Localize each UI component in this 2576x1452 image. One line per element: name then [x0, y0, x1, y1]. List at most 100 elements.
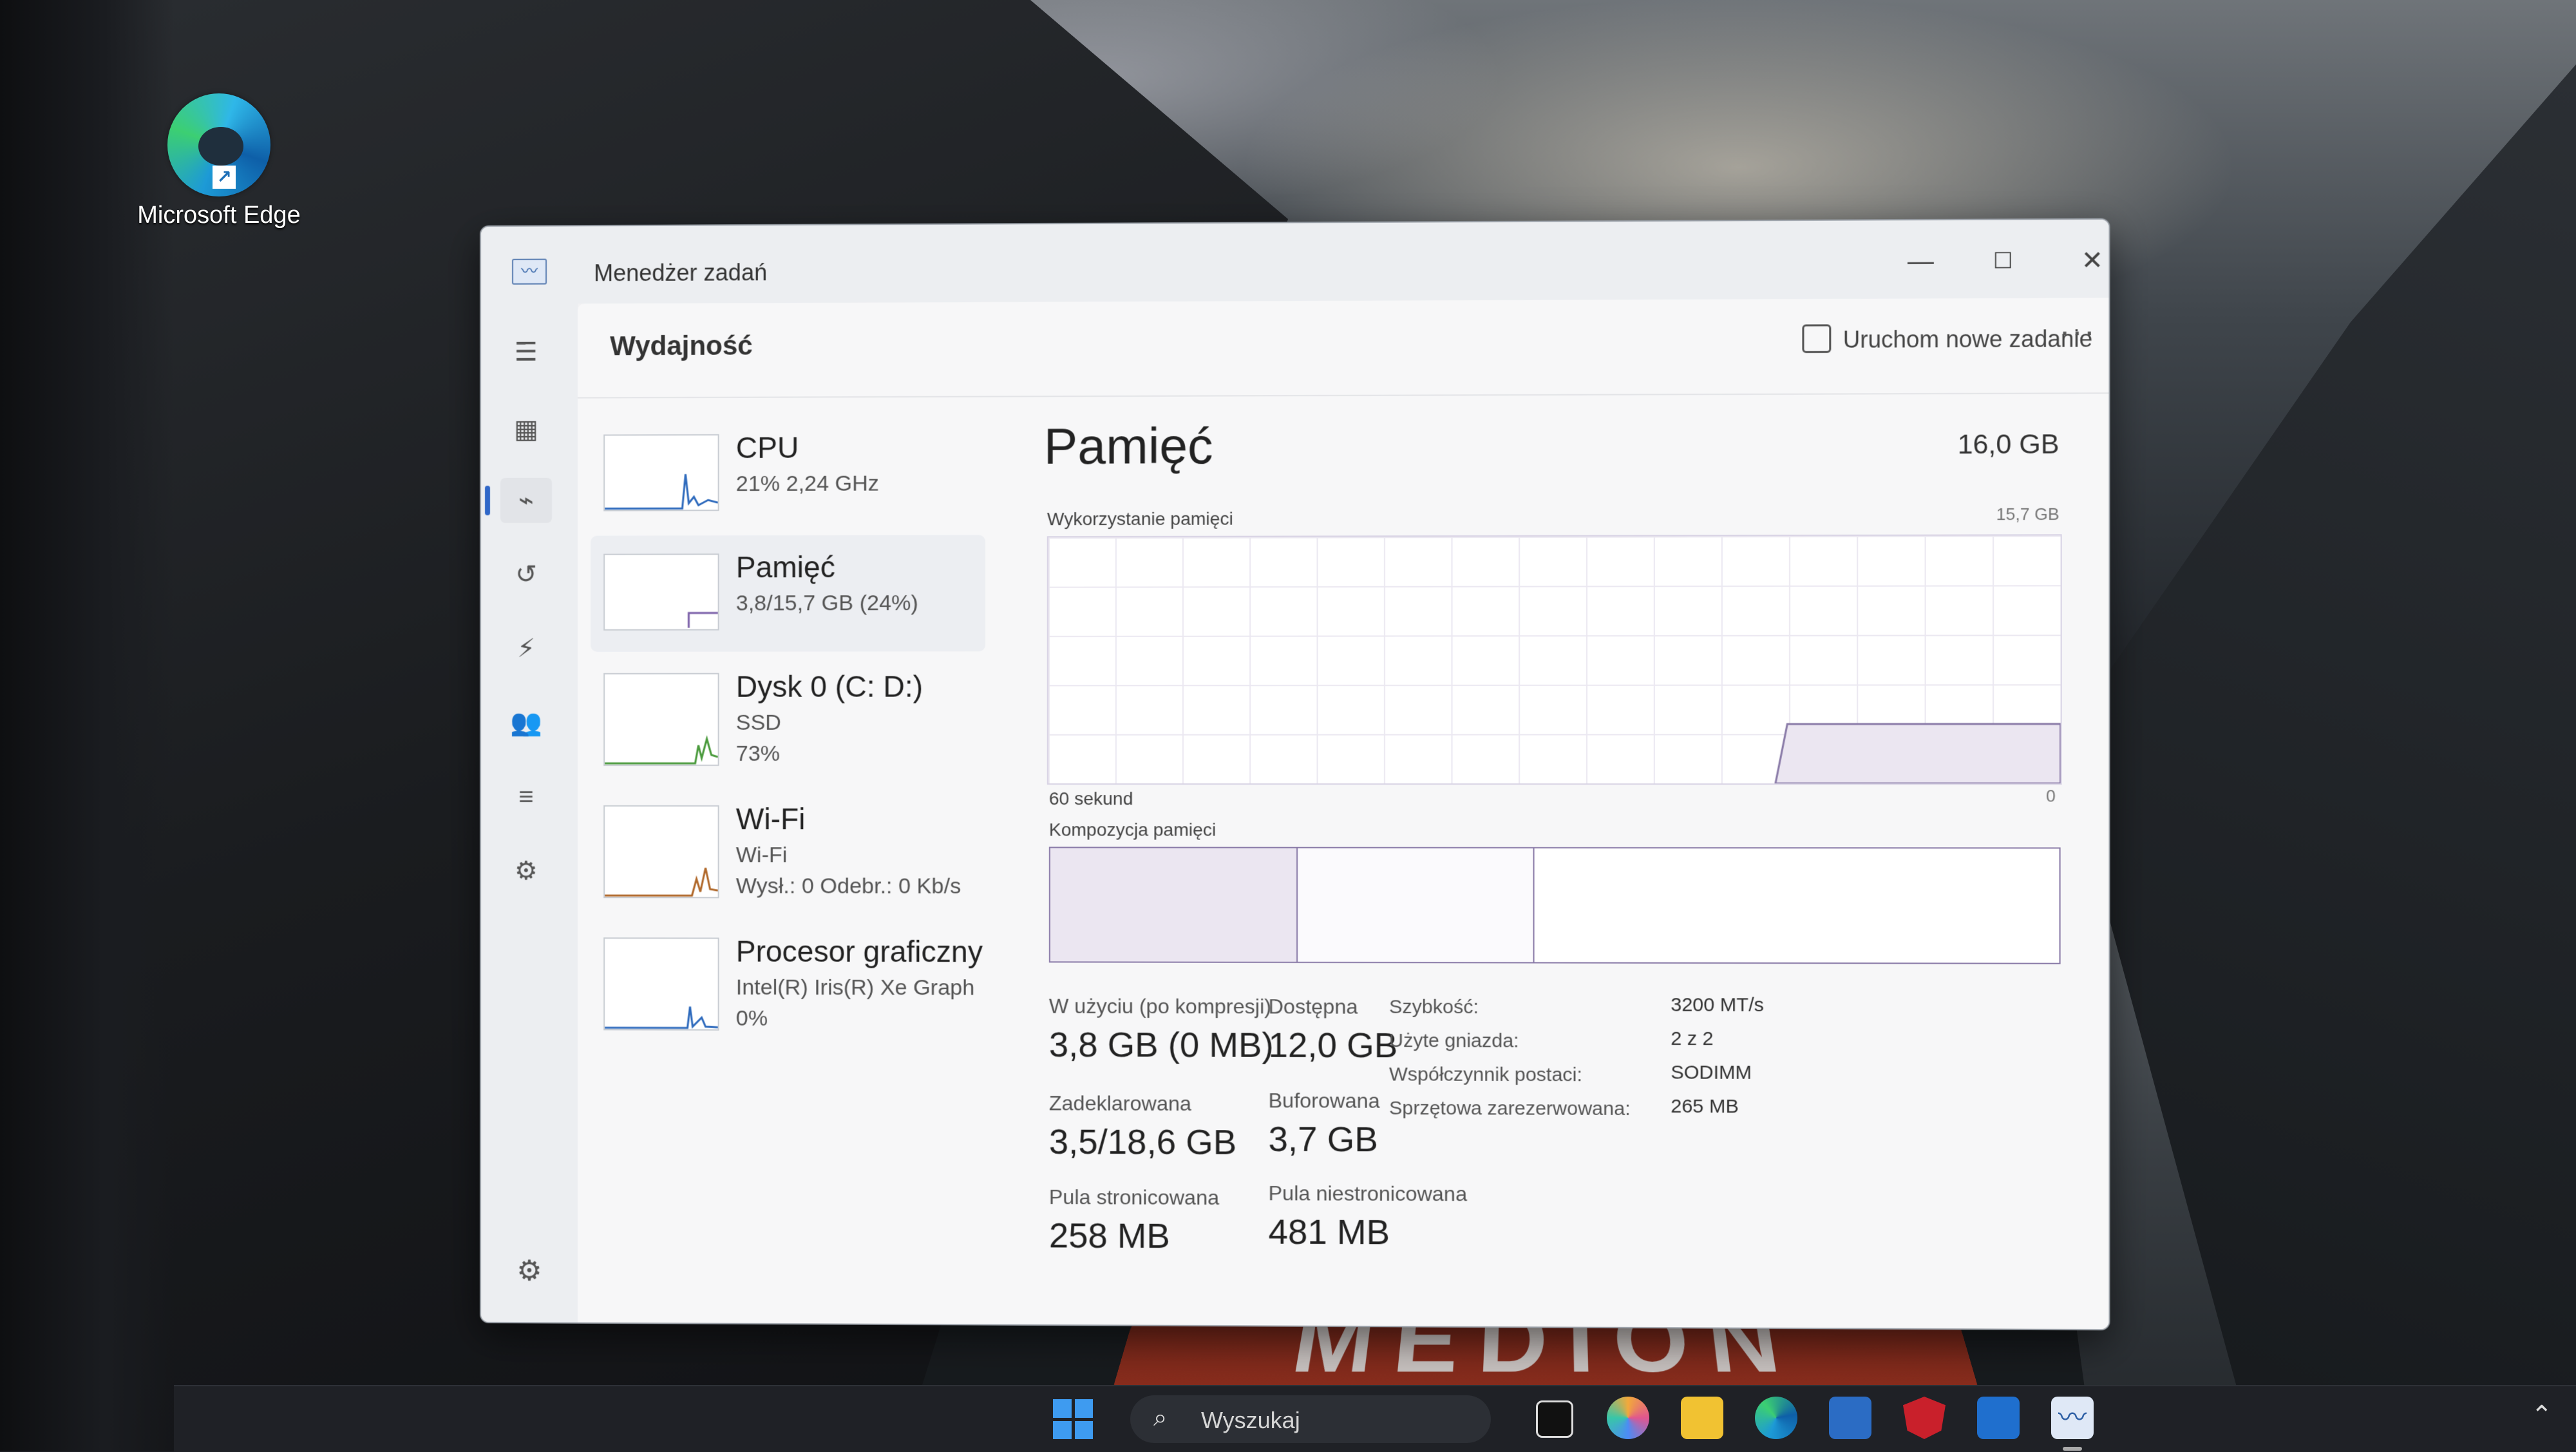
prop-slots-label: Użyte gniazda:: [1389, 1030, 1519, 1053]
composition-standby: [1298, 848, 1534, 962]
store-icon[interactable]: [1829, 1397, 1871, 1439]
copilot-icon[interactable]: [1607, 1397, 1649, 1439]
nav-processes[interactable]: ▦: [500, 407, 552, 452]
resource-detail: 73%: [736, 741, 780, 767]
services-icon: ⚙: [515, 857, 538, 885]
nav-startup-apps[interactable]: ⚡: [500, 626, 552, 671]
edge-icon[interactable]: [1755, 1397, 1797, 1439]
file-explorer-icon[interactable]: [1681, 1397, 1723, 1439]
desktop-icon-label: Microsoft Edge: [122, 202, 316, 229]
windows-logo-icon: [1075, 1421, 1094, 1440]
task-manager-taskbar-icon[interactable]: 〰: [2051, 1397, 2094, 1439]
resource-detail: 21% 2,24 GHz: [736, 471, 879, 497]
resource-detail: 0%: [736, 1006, 768, 1031]
hamburger-icon: ☰: [515, 338, 538, 367]
resource-name: Dysk 0 (C: D:): [736, 669, 923, 703]
disk-thumbnail-graph: [603, 673, 719, 766]
graph-time-label: 60 sekund: [1049, 788, 1133, 809]
title-bar[interactable]: 〰 Menedżer zadań — ☐ ✕: [481, 220, 2109, 304]
usage-graph-label: Wykorzystanie pamięci: [1047, 508, 1233, 530]
chevron-up-icon[interactable]: ⌃: [2531, 1400, 2553, 1430]
windows-logo-icon: [1053, 1399, 1072, 1418]
main-content: Wydajność Uruchom nowe zadanie ··· CPU 2…: [578, 298, 2108, 1329]
stat-value: 12,0 GB: [1269, 1025, 1398, 1065]
resource-name: Wi-Fi: [736, 801, 806, 836]
composition-label: Kompozycja pamięci: [1049, 819, 1216, 840]
windows-logo-icon: [1075, 1399, 1094, 1418]
nav-app-history[interactable]: ↺: [500, 552, 552, 597]
nav-settings-button[interactable]: ⚙: [507, 1254, 552, 1287]
close-icon: ✕: [2081, 246, 2103, 275]
stat-value: 3,5/18,6 GB: [1049, 1122, 1236, 1162]
page-title: Wydajność: [610, 330, 753, 361]
memory-composition-bar: [1049, 847, 2061, 964]
maximize-button[interactable]: ☐: [1970, 238, 2036, 284]
stat-available: Dostępna 12,0 GB: [1269, 995, 1398, 1065]
stat-label: W użyciu (po kompresji): [1049, 995, 1274, 1019]
stat-paged-pool: Pula stronicowana 258 MB: [1049, 1185, 1219, 1257]
stat-value: 481 MB: [1269, 1212, 1468, 1253]
resource-item-disk[interactable]: Dysk 0 (C: D:) SSD 73%: [591, 654, 985, 771]
memory-usage-area: [1048, 535, 2061, 783]
resource-item-gpu[interactable]: Procesor graficzny Intel(R) Iris(R) Xe G…: [591, 919, 985, 1036]
more-icon: ···: [2060, 313, 2096, 350]
resource-detail: Intel(R) Iris(R) Xe Graph: [736, 975, 975, 1001]
resource-item-cpu[interactable]: CPU 21% 2,24 GHz: [591, 416, 985, 533]
memory-thumbnail-graph: [603, 553, 719, 630]
resource-item-memory[interactable]: Pamięć 3,8/15,7 GB (24%): [591, 535, 985, 651]
cpu-thumbnail-graph: [603, 434, 719, 511]
resource-name: Procesor graficzny: [736, 934, 983, 970]
detail-title: Pamięć: [1044, 417, 1213, 476]
resource-detail: Wysł.: 0 Odebr.: 0 Kb/s: [736, 874, 961, 899]
nav-active-indicator: [485, 486, 490, 515]
memory-usage-graph: [1047, 534, 2062, 785]
search-icon: ⌕: [1153, 1404, 1167, 1432]
window-title: Menedżer zadań: [594, 259, 767, 287]
more-options-button[interactable]: ···: [2060, 312, 2096, 350]
resource-detail: 3,8/15,7 GB (24%): [736, 591, 918, 616]
usage-graph-max: 15,7 GB: [1947, 504, 2059, 525]
users-icon: 👥: [510, 709, 542, 737]
prop-hw-reserved-label: Sprzętowa zarezerwowana:: [1389, 1098, 1631, 1120]
nav-performance[interactable]: ⌁: [500, 478, 552, 523]
nav-menu-button[interactable]: ☰: [500, 330, 552, 375]
run-new-task-button[interactable]: Uruchom nowe zadanie: [1802, 325, 2092, 356]
stat-cached: Buforowana 3,7 GB: [1269, 1089, 1380, 1160]
stat-committed: Zadeklarowana 3,5/18,6 GB: [1049, 1091, 1236, 1162]
history-icon: ↺: [515, 560, 537, 589]
maximize-icon: ☐: [1993, 249, 2013, 274]
nav-users[interactable]: 👥: [500, 700, 552, 745]
desktop-icon-edge[interactable]: ↗ Microsoft Edge: [122, 93, 316, 229]
stat-label: Pula stronicowana: [1049, 1185, 1219, 1210]
composition-in-use: [1050, 848, 1298, 962]
header-divider: [578, 392, 2108, 398]
minimize-icon: —: [1908, 247, 1934, 276]
nav-services[interactable]: ⚙: [500, 848, 552, 893]
stat-nonpaged-pool: Pula niestronicowana 481 MB: [1269, 1181, 1468, 1253]
prop-form-factor-value: SODIMM: [1671, 1062, 1752, 1084]
gpu-thumbnail-graph: [603, 937, 719, 1031]
taskbar-search[interactable]: ⌕ Wyszukaj: [1130, 1395, 1491, 1443]
gear-icon: ⚙: [516, 1255, 542, 1286]
new-task-icon: [1802, 325, 1831, 354]
close-button[interactable]: ✕: [2060, 238, 2110, 283]
prop-speed-label: Szybkość:: [1389, 997, 1479, 1019]
prop-speed-value: 3200 MT/s: [1671, 994, 1764, 1017]
processes-icon: ▦: [514, 416, 538, 444]
run-new-task-label: Uruchom nowe zadanie: [1843, 325, 2092, 353]
resource-item-wifi[interactable]: Wi-Fi Wi-Fi Wysł.: 0 Odebr.: 0 Kb/s: [591, 787, 985, 904]
minimize-button[interactable]: —: [1888, 238, 1953, 284]
mcafee-icon[interactable]: [1903, 1397, 1946, 1439]
outlook-icon[interactable]: [1977, 1397, 2020, 1439]
search-placeholder: Wyszukaj: [1201, 1407, 1300, 1434]
stat-value: 3,7 GB: [1269, 1119, 1380, 1160]
taskbar: ⌕ Wyszukaj 〰 ⌃: [174, 1385, 2576, 1452]
details-icon: ≡: [518, 783, 533, 811]
nav-details[interactable]: ≡: [500, 774, 552, 819]
stat-value: 3,8 GB (0 MB): [1049, 1025, 1274, 1065]
start-button[interactable]: [1053, 1399, 1093, 1439]
task-manager-window: 〰 Menedżer zadań — ☐ ✕ ☰ ▦ ⌁ ↺ ⚡ 👥 ≡ ⚙ ⚙…: [480, 218, 2110, 1331]
prop-hw-reserved-value: 265 MB: [1671, 1096, 1738, 1118]
total-memory: 16,0 GB: [1947, 428, 2059, 460]
task-view-icon[interactable]: [1536, 1400, 1573, 1438]
